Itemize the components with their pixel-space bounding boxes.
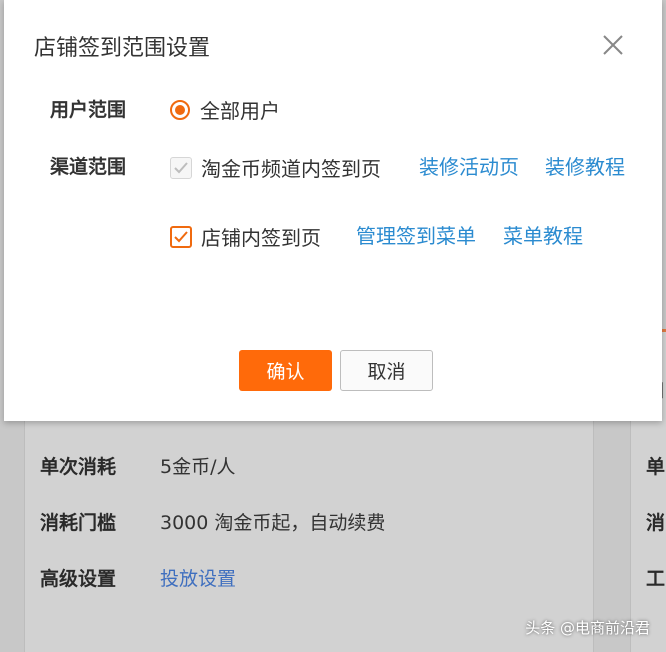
bg-row-label: 高级设置	[40, 568, 117, 590]
taojinbi-channel-checkbox[interactable]: 淘金币频道内签到页	[170, 153, 381, 182]
checkbox-checked-icon[interactable]	[170, 225, 192, 248]
bg-row-value: 3000 淘金币起，自动续费	[160, 512, 386, 534]
dialog-title: 店铺签到范围设置	[34, 36, 211, 61]
bg-row-advanced: 高级设置 投放设置	[40, 564, 236, 591]
taojinbi-channel-label: 淘金币频道内签到页	[201, 157, 381, 181]
bg-row-value: 5金币/人	[160, 456, 236, 478]
channel-scope-label: 渠道范围	[50, 156, 127, 178]
bg-side-label: 工	[646, 568, 666, 590]
cancel-button[interactable]: 取消	[340, 350, 433, 391]
bg-row-cost: 单次消耗 5金币/人	[40, 452, 236, 479]
menu-tutorial-link[interactable]: 菜单教程	[503, 220, 583, 249]
close-icon[interactable]	[598, 30, 628, 60]
bg-side-label: 单	[646, 456, 666, 478]
bg-side-label: 消	[646, 512, 666, 534]
placement-settings-link[interactable]: 投放设置	[160, 564, 236, 591]
decorate-activity-page-link[interactable]: 装修活动页	[419, 151, 519, 180]
checkbox-disabled-icon[interactable]	[170, 156, 192, 179]
store-checkin-checkbox[interactable]: 店铺内签到页	[170, 222, 321, 251]
radio-selected-icon[interactable]	[170, 99, 190, 120]
store-checkin-label: 店铺内签到页	[201, 226, 321, 250]
bg-row-label: 消耗门槛	[40, 512, 117, 534]
decoration-tutorial-link[interactable]: 装修教程	[545, 151, 625, 180]
bg-row-threshold: 消耗门槛 3000 淘金币起，自动续费	[40, 508, 385, 535]
all-users-radio[interactable]: 全部用户	[170, 95, 280, 124]
checkin-scope-dialog: 店铺签到范围设置 用户范围 全部用户 渠道范围 淘金币频道内签到页 装修活动页 …	[4, 0, 662, 421]
watermark: 头条 @电商前沿君	[525, 619, 650, 637]
all-users-label: 全部用户	[200, 99, 280, 123]
bg-row-label: 单次消耗	[40, 456, 117, 478]
confirm-button[interactable]: 确认	[239, 350, 332, 391]
manage-checkin-menu-link[interactable]: 管理签到菜单	[356, 220, 476, 249]
user-scope-label: 用户范围	[50, 99, 127, 121]
